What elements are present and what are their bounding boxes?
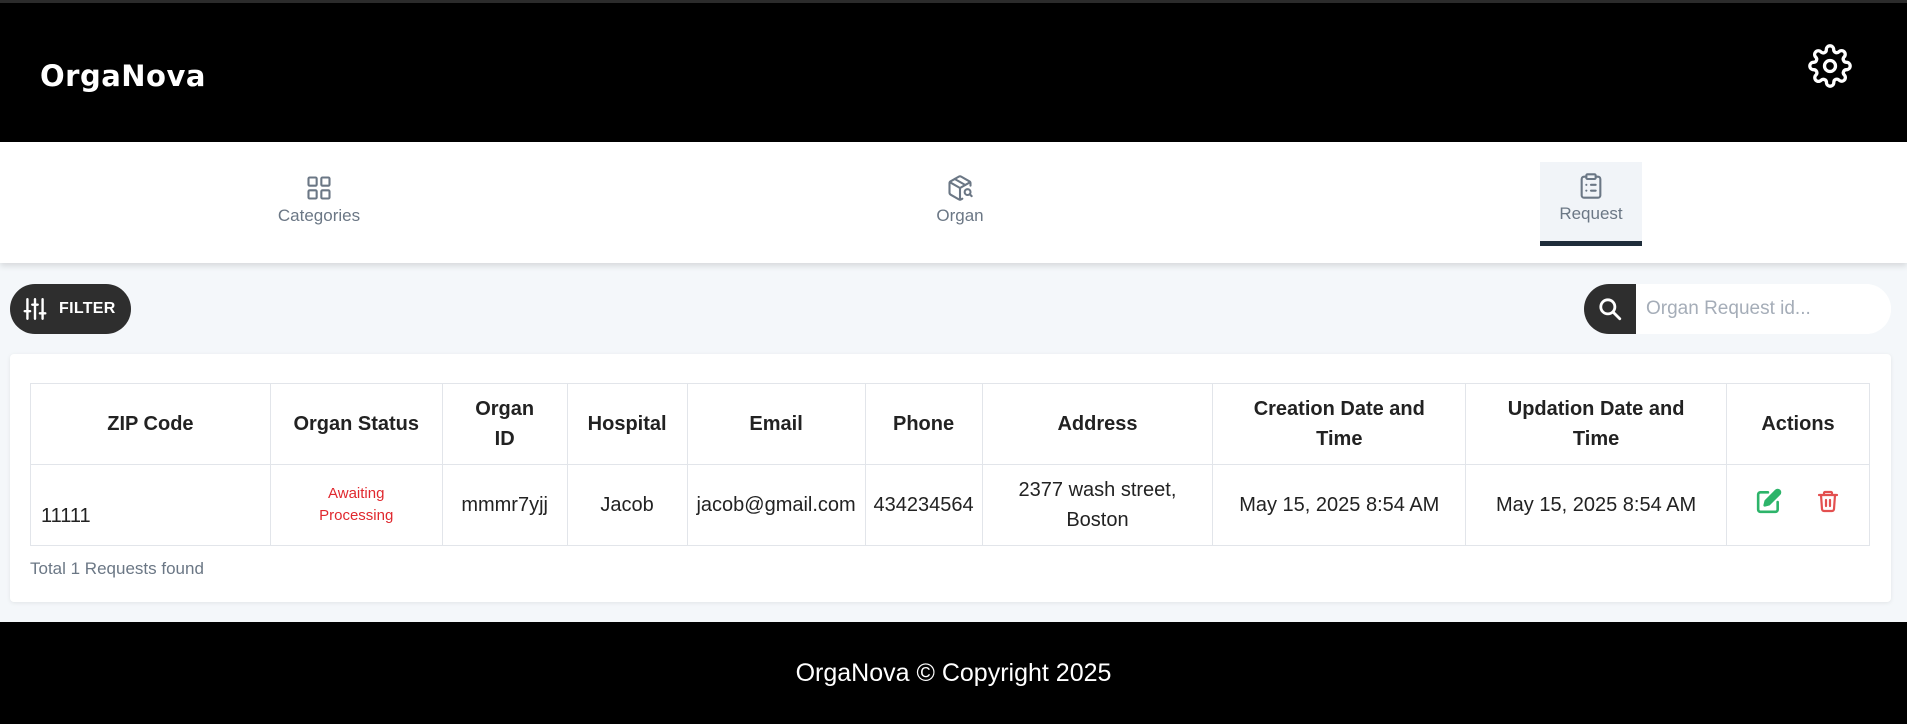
brand-logo-text[interactable]: OrgaNova: [40, 59, 206, 93]
footer-copyright: OrgaNova © Copyright 2025: [795, 658, 1112, 687]
trash-icon: [1817, 490, 1838, 512]
gear-icon[interactable]: [1808, 44, 1852, 88]
requests-card: ZIP Code Organ Status Organ ID Hospital E…: [10, 354, 1891, 602]
cell-actions: [1725, 464, 1871, 546]
nav-item-label: Organ: [936, 206, 984, 225]
search-icon: [1599, 298, 1622, 321]
filter-label: FILTER: [59, 300, 116, 317]
nav-item-request[interactable]: Request: [1540, 162, 1642, 246]
status-badge: Awaiting Processing: [269, 464, 443, 546]
delete-button[interactable]: [1816, 488, 1840, 523]
search-input[interactable]: [1636, 284, 1891, 334]
col-header-phone: Phone: [864, 383, 983, 465]
search-button[interactable]: [1584, 284, 1636, 334]
nav-item-label: Request: [1559, 204, 1623, 223]
requests-table: ZIP Code Organ Status Organ ID Hospital E…: [30, 383, 1871, 546]
sliders-icon: [23, 298, 47, 320]
col-header-created: Creation Date and Time: [1212, 383, 1467, 465]
nav-item-label: Categories: [277, 206, 361, 225]
table-row: 11111 Awaiting Processing mmmr7yjj Jacob …: [30, 464, 1871, 546]
cell-hospital: Jacob: [566, 464, 688, 546]
edit-icon: [1757, 488, 1782, 513]
filter-button[interactable]: FILTER: [10, 284, 131, 334]
table-header-row: ZIP Code Organ Status Organ ID Hospital E…: [30, 383, 1871, 465]
edit-button[interactable]: [1756, 488, 1782, 523]
package-search-icon: [948, 175, 973, 201]
col-header-organ-id: Organ ID: [441, 383, 568, 465]
results-count: Total 1 Requests found: [30, 559, 204, 578]
col-header-email: Email: [686, 383, 866, 465]
cell-zip: 11111: [30, 464, 271, 546]
col-header-address: Address: [981, 383, 1214, 465]
cell-created: May 15, 2025 8:54 AM: [1212, 464, 1467, 546]
col-header-status: Organ Status: [269, 383, 443, 465]
app-header: OrgaNova: [0, 0, 1907, 142]
grid-icon: [307, 176, 331, 200]
nav-item-organ[interactable]: Organ: [909, 162, 1011, 243]
cell-address: 2377 wash street, Boston: [981, 464, 1214, 546]
search-bar: [1584, 284, 1891, 334]
clipboard-list-icon: [1580, 173, 1602, 199]
cell-updated: May 15, 2025 8:54 AM: [1465, 464, 1727, 546]
main-nav: Categories Organ Request: [0, 142, 1907, 263]
col-header-hospital: Hospital: [566, 383, 688, 465]
footer: OrgaNova © Copyright 2025: [0, 622, 1907, 724]
cell-phone: 434234564: [864, 464, 983, 546]
col-header-updated: Updation Date and Time: [1465, 383, 1727, 465]
col-header-actions: Actions: [1725, 383, 1871, 465]
col-header-zip: ZIP Code: [30, 383, 271, 465]
cell-email: jacob@gmail.com: [686, 464, 866, 546]
cell-organ-id: mmmr7yjj: [441, 464, 568, 546]
nav-item-categories[interactable]: Categories: [268, 162, 370, 243]
